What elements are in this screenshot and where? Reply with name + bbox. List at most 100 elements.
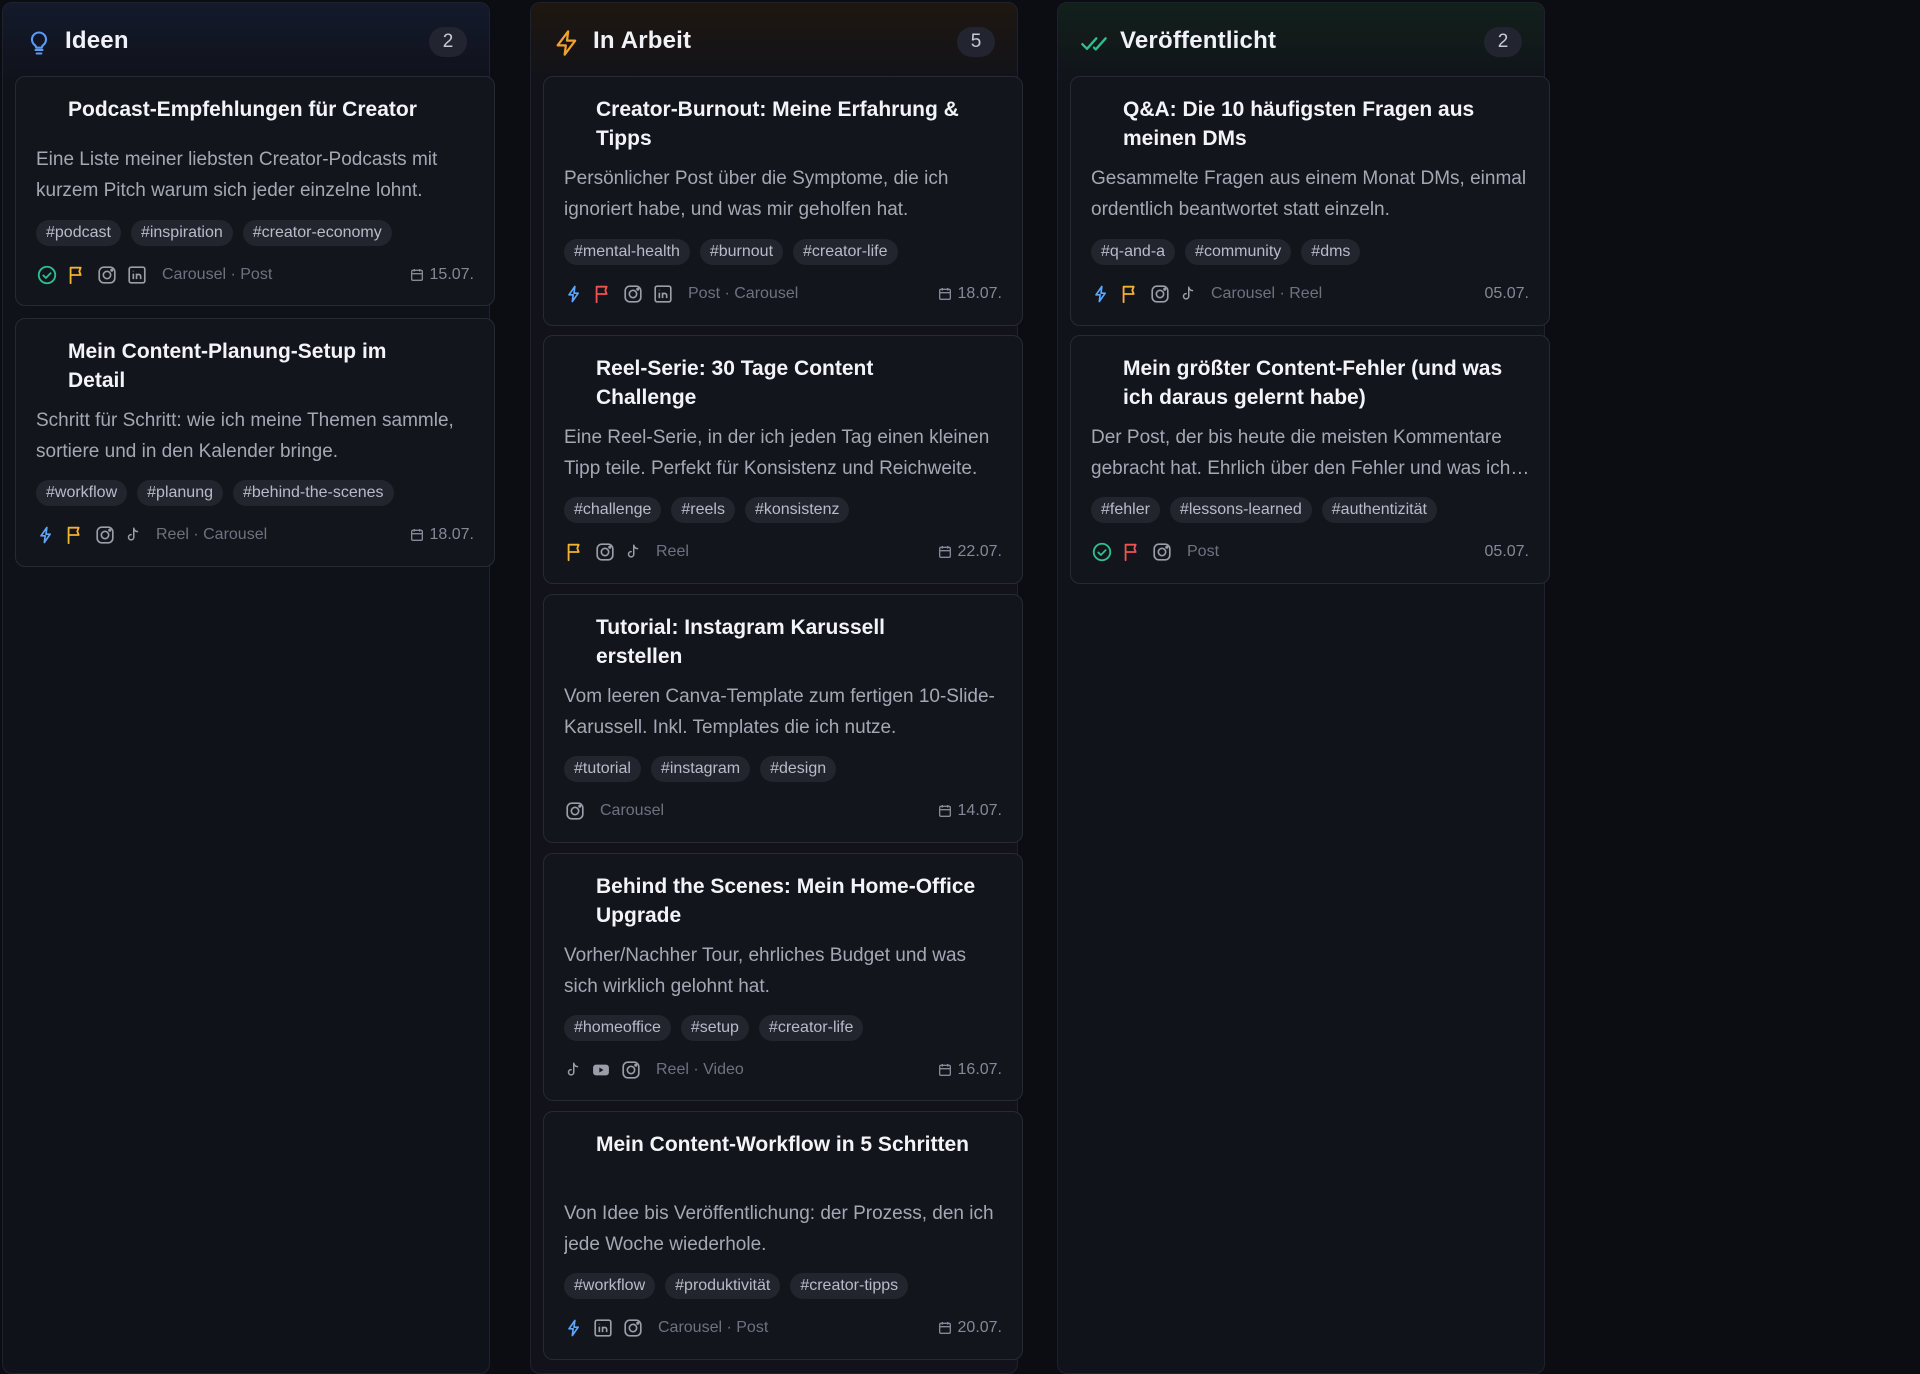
- tag[interactable]: #behind-the-scenes: [232, 480, 394, 506]
- linkedin-icon: [654, 285, 672, 303]
- flag-icon: [1124, 543, 1137, 562]
- date-text: 14.07.: [957, 802, 1002, 819]
- instagram-icon: [624, 285, 642, 303]
- card-description: Persönlicher Post über die Symptome, die…: [564, 168, 949, 220]
- card-title: Mein Content-Planung-Setup im Detail: [68, 340, 387, 392]
- flag-icon: [67, 526, 80, 545]
- card-description: Der Post, der bis heute die meisten Komm…: [1091, 427, 1511, 479]
- tag[interactable]: #dms: [1301, 239, 1361, 265]
- tag[interactable]: #workflow: [564, 1273, 656, 1299]
- tag-list: #workflow #planung #behind-the-scenes: [36, 480, 394, 506]
- tag-list: #challenge #reels #konsistenz: [564, 497, 850, 523]
- card-meta: Post 05.07.: [1091, 540, 1529, 564]
- lightning-icon: [556, 30, 577, 56]
- card-description: Eine Reel-Serie, in der ich jeden Tag ei…: [564, 427, 990, 479]
- card[interactable]: Reel-Serie: 30 Tage Content Challenge Ei…: [543, 335, 1023, 584]
- calendar-icon: [938, 546, 951, 558]
- card[interactable]: Mein Content-Workflow in 5 Schritten Von…: [543, 1111, 1023, 1360]
- content-types: Reel · Video: [656, 1061, 744, 1078]
- card[interactable]: Creator-Burnout: Meine Erfahrung & Tipps…: [543, 76, 1023, 326]
- date-text: 18.07.: [429, 526, 474, 543]
- tag-list: #workflow #produktivität #creator-tipps: [564, 1273, 909, 1299]
- tag[interactable]: #lessons-learned: [1169, 497, 1312, 523]
- card[interactable]: Podcast-Empfehlungen für Creator Eine Li…: [15, 76, 495, 306]
- tag[interactable]: #tutorial: [564, 756, 641, 782]
- card-description: Vom leeren Canva-Template zum fertigen 1…: [564, 686, 995, 738]
- bolt-icon: [1095, 285, 1106, 303]
- card-meta: Post · Carousel 18.07.: [564, 282, 1002, 306]
- date-text: 16.07.: [957, 1061, 1002, 1078]
- tag[interactable]: #community: [1185, 239, 1292, 265]
- tag[interactable]: #q-and-a: [1091, 239, 1176, 265]
- tag[interactable]: #inspiration: [130, 220, 233, 246]
- tag[interactable]: #produktivität: [665, 1273, 781, 1299]
- card[interactable]: Mein Content-Planung-Setup im Detail Sch…: [15, 318, 495, 567]
- card-description: Gesammelte Fragen aus einem Monat DMs, e…: [1091, 168, 1527, 220]
- column-veroeffentlicht: Veröffentlicht 2 Q&A: Die 10 häufigsten …: [1057, 2, 1550, 1374]
- calendar-icon: [938, 1064, 951, 1076]
- tag[interactable]: #fehler: [1091, 497, 1160, 523]
- column-header: In Arbeit 5: [531, 3, 1017, 77]
- tag[interactable]: #creator-life: [758, 1015, 864, 1041]
- tag[interactable]: #creator-tipps: [790, 1273, 909, 1299]
- linkedin-icon: [128, 266, 146, 284]
- content-types: Reel · Carousel: [156, 526, 268, 543]
- card-meta: Carousel · Post 20.07.: [564, 1316, 1002, 1340]
- content-types: Post: [1187, 543, 1220, 560]
- instagram-icon: [1151, 285, 1169, 303]
- flag-icon: [69, 266, 82, 285]
- tag[interactable]: #challenge: [564, 497, 662, 523]
- tag[interactable]: #workflow: [36, 480, 128, 506]
- bolt-icon: [40, 526, 52, 544]
- instagram-icon: [622, 1061, 640, 1079]
- bolt-icon: [568, 285, 579, 303]
- due-date: 18.07.: [409, 523, 474, 547]
- check-circle-icon: [1092, 542, 1112, 562]
- tag[interactable]: #planung: [137, 480, 223, 506]
- tag[interactable]: #creator-life: [793, 239, 898, 265]
- tag[interactable]: #homeoffice: [564, 1015, 671, 1041]
- card-title: Tutorial: Instagram Karussell erstellen: [596, 616, 886, 668]
- flag-icon: [595, 285, 608, 304]
- instagram-icon: [98, 266, 116, 284]
- due-date: 20.07.: [937, 1316, 1002, 1340]
- date-text: 15.07.: [429, 266, 474, 283]
- calendar-icon: [410, 529, 423, 541]
- tiktok-icon: [1182, 286, 1194, 300]
- lightbulb-icon: [30, 31, 48, 55]
- tag[interactable]: #mental-health: [564, 239, 690, 265]
- column-header: Ideen 2: [3, 3, 489, 77]
- tag[interactable]: #instagram: [650, 756, 751, 782]
- due-date: 22.07.: [937, 540, 1002, 564]
- column-ideen: Ideen 2 Podcast-Empfehlungen für Creator…: [2, 2, 495, 1374]
- due-date: 14.07.: [937, 799, 1002, 823]
- column-title: Ideen: [65, 27, 129, 54]
- instagram-icon: [624, 1319, 642, 1337]
- card-title: Reel-Serie: 30 Tage Content Challenge: [596, 357, 874, 409]
- tag[interactable]: #design: [760, 756, 837, 782]
- tag[interactable]: #creator-economy: [242, 220, 392, 246]
- card[interactable]: Behind the Scenes: Mein Home-Office Upgr…: [543, 853, 1023, 1101]
- date-text: 20.07.: [957, 1319, 1002, 1336]
- tag[interactable]: #konsistenz: [744, 497, 850, 523]
- card[interactable]: Q&A: Die 10 häufigsten Fragen aus meinen…: [1070, 76, 1550, 326]
- card[interactable]: Mein größter Content-Fehler (und was ich…: [1070, 335, 1550, 584]
- tag[interactable]: #burnout: [699, 239, 784, 265]
- card-title: Mein Content-Workflow in 5 Schritten: [596, 1133, 969, 1156]
- column-title: Veröffentlicht: [1120, 27, 1277, 54]
- tag[interactable]: #setup: [680, 1015, 749, 1041]
- column-in-arbeit: In Arbeit 5 Creator-Burnout: Meine Erfah…: [530, 2, 1023, 1374]
- column-count-badge: 2: [429, 27, 467, 57]
- instagram-icon: [1153, 543, 1171, 561]
- tag[interactable]: #authentizität: [1321, 497, 1437, 523]
- tiktok-icon: [567, 1062, 579, 1076]
- tag[interactable]: #reels: [671, 497, 735, 523]
- card[interactable]: Tutorial: Instagram Karussell erstellen …: [543, 594, 1023, 843]
- flag-icon: [1122, 285, 1135, 304]
- content-types: Reel: [656, 543, 689, 560]
- column-header: Veröffentlicht 2: [1058, 3, 1544, 77]
- tag[interactable]: #podcast: [36, 220, 121, 246]
- tiktok-icon: [627, 544, 639, 558]
- due-date: 05.07.: [1485, 282, 1529, 306]
- content-types: Carousel · Post: [658, 1319, 769, 1336]
